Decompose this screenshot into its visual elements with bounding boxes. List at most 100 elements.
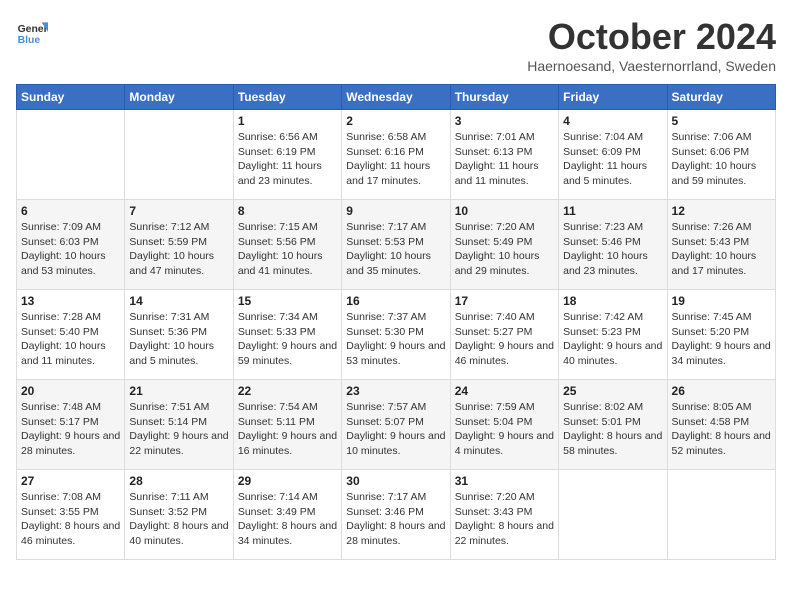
- day-info: Sunrise: 7:20 AM Sunset: 3:43 PM Dayligh…: [455, 490, 554, 549]
- day-info: Sunrise: 7:51 AM Sunset: 5:14 PM Dayligh…: [129, 400, 228, 459]
- day-number: 31: [455, 474, 554, 488]
- calendar-cell: 22Sunrise: 7:54 AM Sunset: 5:11 PM Dayli…: [233, 380, 341, 470]
- day-info: Sunrise: 7:37 AM Sunset: 5:30 PM Dayligh…: [346, 310, 445, 369]
- calendar-cell: 9Sunrise: 7:17 AM Sunset: 5:53 PM Daylig…: [342, 200, 450, 290]
- day-info: Sunrise: 8:02 AM Sunset: 5:01 PM Dayligh…: [563, 400, 662, 459]
- calendar-cell: 17Sunrise: 7:40 AM Sunset: 5:27 PM Dayli…: [450, 290, 558, 380]
- day-info: Sunrise: 7:08 AM Sunset: 3:55 PM Dayligh…: [21, 490, 120, 549]
- day-info: Sunrise: 8:05 AM Sunset: 4:58 PM Dayligh…: [672, 400, 771, 459]
- day-number: 15: [238, 294, 337, 308]
- calendar-cell: 12 Sunrise: 7:26 AM Sunset: 5:43 PM Dayli…: [667, 200, 775, 290]
- calendar-cell: 26 Sunrise: 8:05 AM Sunset: 4:58 PM Dayli…: [667, 380, 775, 470]
- day-number: 28: [129, 474, 228, 488]
- day-info: Sunrise: 7:09 AM Sunset: 6:03 PM Dayligh…: [21, 220, 120, 279]
- day-info: Sunrise: 7:17 AM Sunset: 3:46 PM Dayligh…: [346, 490, 445, 549]
- day-number: 10: [455, 204, 554, 218]
- day-number: 29: [238, 474, 337, 488]
- calendar-cell: 11 Sunrise: 7:23 AM Sunset: 5:46 PM Dayli…: [559, 200, 667, 290]
- day-header-wednesday: Wednesday: [342, 85, 450, 110]
- calendar-cell: [559, 470, 667, 560]
- day-info: Sunrise: 7:45 AM Sunset: 5:20 PM Dayligh…: [672, 310, 771, 369]
- calendar-week-3: 13 Sunrise: 7:28 AM Sunset: 5:40 PM Dayli…: [17, 290, 776, 380]
- day-info: Sunrise: 7:01 AM Sunset: 6:13 PM Dayligh…: [455, 130, 554, 189]
- day-info: Sunrise: 7:57 AM Sunset: 5:07 PM Dayligh…: [346, 400, 445, 459]
- day-info: Sunrise: 6:56 AM Sunset: 6:19 PM Dayligh…: [238, 130, 337, 189]
- day-number: 22: [238, 384, 337, 398]
- calendar-week-5: 27 Sunrise: 7:08 AM Sunset: 3:55 PM Dayli…: [17, 470, 776, 560]
- day-number: 20: [21, 384, 120, 398]
- day-info: Sunrise: 7:20 AM Sunset: 5:49 PM Dayligh…: [455, 220, 554, 279]
- calendar-week-1: 1 Sunrise: 6:56 AM Sunset: 6:19 PM Daylig…: [17, 110, 776, 200]
- day-header-sunday: Sunday: [17, 85, 125, 110]
- calendar-cell: 28 Sunrise: 7:11 AM Sunset: 3:52 PM Dayli…: [125, 470, 233, 560]
- logo-icon: General Blue: [16, 16, 48, 48]
- day-number: 3: [455, 114, 554, 128]
- day-headers-row: SundayMondayTuesdayWednesdayThursdayFrid…: [17, 85, 776, 110]
- day-header-thursday: Thursday: [450, 85, 558, 110]
- calendar-cell: 20 Sunrise: 7:48 AM Sunset: 5:17 PM Dayli…: [17, 380, 125, 470]
- day-number: 13: [21, 294, 120, 308]
- calendar-cell: 21 Sunrise: 7:51 AM Sunset: 5:14 PM Dayli…: [125, 380, 233, 470]
- day-number: 27: [21, 474, 120, 488]
- day-number: 18: [563, 294, 662, 308]
- calendar-cell: [667, 470, 775, 560]
- day-info: Sunrise: 7:34 AM Sunset: 5:33 PM Dayligh…: [238, 310, 337, 369]
- day-info: Sunrise: 7:42 AM Sunset: 5:23 PM Dayligh…: [563, 310, 662, 369]
- day-header-monday: Monday: [125, 85, 233, 110]
- calendar-week-4: 20 Sunrise: 7:48 AM Sunset: 5:17 PM Dayli…: [17, 380, 776, 470]
- day-number: 5: [672, 114, 771, 128]
- calendar-cell: 31 Sunrise: 7:20 AM Sunset: 3:43 PM Dayli…: [450, 470, 558, 560]
- calendar-cell: 4Sunrise: 7:04 AM Sunset: 6:09 PM Daylig…: [559, 110, 667, 200]
- calendar-cell: 29Sunrise: 7:14 AM Sunset: 3:49 PM Dayli…: [233, 470, 341, 560]
- day-info: Sunrise: 7:11 AM Sunset: 3:52 PM Dayligh…: [129, 490, 228, 549]
- day-number: 11: [563, 204, 662, 218]
- day-info: Sunrise: 7:26 AM Sunset: 5:43 PM Dayligh…: [672, 220, 771, 279]
- calendar-cell: 30 Sunrise: 7:17 AM Sunset: 3:46 PM Dayli…: [342, 470, 450, 560]
- logo: General Blue: [16, 16, 48, 48]
- calendar-cell: 15 Sunrise: 7:34 AM Sunset: 5:33 PM Dayli…: [233, 290, 341, 380]
- day-number: 1: [238, 114, 337, 128]
- calendar-cell: 16 Sunrise: 7:37 AM Sunset: 5:30 PM Dayli…: [342, 290, 450, 380]
- day-number: 6: [21, 204, 120, 218]
- day-number: 21: [129, 384, 228, 398]
- day-number: 19: [672, 294, 771, 308]
- day-number: 12: [672, 204, 771, 218]
- day-number: 7: [129, 204, 228, 218]
- calendar-cell: 27 Sunrise: 7:08 AM Sunset: 3:55 PM Dayli…: [17, 470, 125, 560]
- calendar-cell: 13 Sunrise: 7:28 AM Sunset: 5:40 PM Dayli…: [17, 290, 125, 380]
- day-number: 14: [129, 294, 228, 308]
- day-number: 24: [455, 384, 554, 398]
- day-number: 23: [346, 384, 445, 398]
- day-number: 26: [672, 384, 771, 398]
- title-area: October 2024 Haernoesand, Vaesternorrlan…: [527, 16, 776, 74]
- day-info: Sunrise: 7:28 AM Sunset: 5:40 PM Dayligh…: [21, 310, 120, 369]
- day-header-tuesday: Tuesday: [233, 85, 341, 110]
- day-info: Sunrise: 7:59 AM Sunset: 5:04 PM Dayligh…: [455, 400, 554, 459]
- calendar-cell: 19 Sunrise: 7:45 AM Sunset: 5:20 PM Dayli…: [667, 290, 775, 380]
- svg-text:General: General: [18, 24, 48, 35]
- calendar-cell: 2Sunrise: 6:58 AM Sunset: 6:16 PM Daylig…: [342, 110, 450, 200]
- day-info: Sunrise: 7:17 AM Sunset: 5:53 PM Dayligh…: [346, 220, 445, 279]
- day-header-friday: Friday: [559, 85, 667, 110]
- day-info: Sunrise: 6:58 AM Sunset: 6:16 PM Dayligh…: [346, 130, 445, 189]
- calendar-cell: 8Sunrise: 7:15 AM Sunset: 5:56 PM Daylig…: [233, 200, 341, 290]
- day-info: Sunrise: 7:40 AM Sunset: 5:27 PM Dayligh…: [455, 310, 554, 369]
- calendar-cell: 6 Sunrise: 7:09 AM Sunset: 6:03 PM Daylig…: [17, 200, 125, 290]
- day-number: 16: [346, 294, 445, 308]
- calendar-cell: 10 Sunrise: 7:20 AM Sunset: 5:49 PM Dayli…: [450, 200, 558, 290]
- day-header-saturday: Saturday: [667, 85, 775, 110]
- day-info: Sunrise: 7:06 AM Sunset: 6:06 PM Dayligh…: [672, 130, 771, 189]
- day-info: Sunrise: 7:48 AM Sunset: 5:17 PM Dayligh…: [21, 400, 120, 459]
- calendar-cell: 5 Sunrise: 7:06 AM Sunset: 6:06 PM Daylig…: [667, 110, 775, 200]
- calendar-cell: 3 Sunrise: 7:01 AM Sunset: 6:13 PM Daylig…: [450, 110, 558, 200]
- calendar-cell: [17, 110, 125, 200]
- calendar-cell: 18 Sunrise: 7:42 AM Sunset: 5:23 PM Dayli…: [559, 290, 667, 380]
- calendar-cell: 23 Sunrise: 7:57 AM Sunset: 5:07 PM Dayli…: [342, 380, 450, 470]
- calendar-cell: 1 Sunrise: 6:56 AM Sunset: 6:19 PM Daylig…: [233, 110, 341, 200]
- day-number: 30: [346, 474, 445, 488]
- calendar-cell: [125, 110, 233, 200]
- svg-text:Blue: Blue: [18, 35, 41, 46]
- day-info: Sunrise: 7:23 AM Sunset: 5:46 PM Dayligh…: [563, 220, 662, 279]
- day-info: Sunrise: 7:12 AM Sunset: 5:59 PM Dayligh…: [129, 220, 228, 279]
- calendar-cell: 14Sunrise: 7:31 AM Sunset: 5:36 PM Dayli…: [125, 290, 233, 380]
